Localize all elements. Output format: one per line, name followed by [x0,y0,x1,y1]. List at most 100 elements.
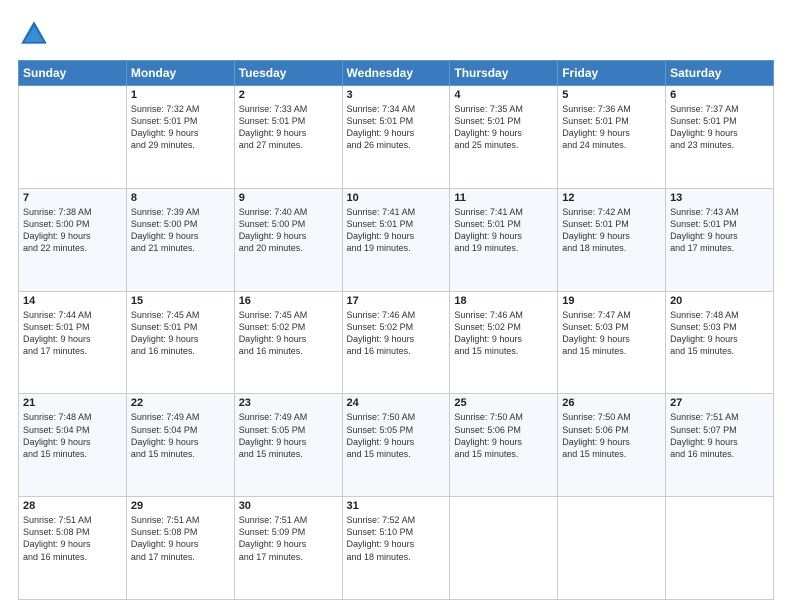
cell-info: Sunrise: 7:45 AM Sunset: 5:02 PM Dayligh… [239,309,338,358]
weekday-row: SundayMondayTuesdayWednesdayThursdayFrid… [19,61,774,86]
header [18,18,774,50]
calendar-cell [666,497,774,600]
cell-info: Sunrise: 7:33 AM Sunset: 5:01 PM Dayligh… [239,103,338,152]
weekday-header-saturday: Saturday [666,61,774,86]
cell-info: Sunrise: 7:50 AM Sunset: 5:06 PM Dayligh… [454,411,553,460]
cell-day-number: 30 [239,500,338,512]
cell-info: Sunrise: 7:46 AM Sunset: 5:02 PM Dayligh… [347,309,446,358]
week-row-1: 1Sunrise: 7:32 AM Sunset: 5:01 PM Daylig… [19,86,774,189]
cell-info: Sunrise: 7:43 AM Sunset: 5:01 PM Dayligh… [670,206,769,255]
calendar-cell: 28Sunrise: 7:51 AM Sunset: 5:08 PM Dayli… [19,497,127,600]
calendar-cell: 22 Sunrise: 7:49 AM Sunset: 5:04 PM Dayli… [126,394,234,497]
week-row-4: 21 Sunrise: 7:48 AM Sunset: 5:04 PM Dayli… [19,394,774,497]
cell-info: Sunrise: 7:44 AM Sunset: 5:01 PM Dayligh… [23,309,122,358]
calendar-cell: 25Sunrise: 7:50 AM Sunset: 5:06 PM Dayli… [450,394,558,497]
cell-info: Sunrise: 7:49 AM Sunset: 5:04 PM Dayligh… [131,411,230,460]
calendar-cell: 2 Sunrise: 7:33 AM Sunset: 5:01 PM Daylig… [234,86,342,189]
cell-day-number: 16 [239,295,338,307]
cell-info: Sunrise: 7:52 AM Sunset: 5:10 PM Dayligh… [347,514,446,563]
logo [18,18,54,50]
calendar-cell [558,497,666,600]
cell-info: Sunrise: 7:37 AM Sunset: 5:01 PM Dayligh… [670,103,769,152]
calendar-cell: 21 Sunrise: 7:48 AM Sunset: 5:04 PM Dayli… [19,394,127,497]
cell-info: Sunrise: 7:51 AM Sunset: 5:07 PM Dayligh… [670,411,769,460]
cell-info: Sunrise: 7:51 AM Sunset: 5:08 PM Dayligh… [131,514,230,563]
cell-day-number: 18 [454,295,553,307]
calendar-cell: 26 Sunrise: 7:50 AM Sunset: 5:06 PM Dayli… [558,394,666,497]
calendar-cell [19,86,127,189]
cell-day-number: 31 [347,500,446,512]
weekday-header-tuesday: Tuesday [234,61,342,86]
cell-info: Sunrise: 7:40 AM Sunset: 5:00 PM Dayligh… [239,206,338,255]
calendar-cell: 12Sunrise: 7:42 AM Sunset: 5:01 PM Dayli… [558,188,666,291]
week-row-3: 14 Sunrise: 7:44 AM Sunset: 5:01 PM Dayli… [19,291,774,394]
cell-day-number: 29 [131,500,230,512]
cell-day-number: 2 [239,89,338,101]
calendar-table: SundayMondayTuesdayWednesdayThursdayFrid… [18,60,774,600]
calendar-body: 1Sunrise: 7:32 AM Sunset: 5:01 PM Daylig… [19,86,774,600]
calendar-cell: 31 Sunrise: 7:52 AM Sunset: 5:10 PM Dayli… [342,497,450,600]
calendar-cell: 18Sunrise: 7:46 AM Sunset: 5:02 PM Dayli… [450,291,558,394]
calendar-cell: 7 Sunrise: 7:38 AM Sunset: 5:00 PM Daylig… [19,188,127,291]
calendar-cell: 6Sunrise: 7:37 AM Sunset: 5:01 PM Daylig… [666,86,774,189]
calendar-cell: 4 Sunrise: 7:35 AM Sunset: 5:01 PM Daylig… [450,86,558,189]
cell-day-number: 5 [562,89,661,101]
calendar-cell: 23Sunrise: 7:49 AM Sunset: 5:05 PM Dayli… [234,394,342,497]
cell-day-number: 8 [131,192,230,204]
cell-day-number: 17 [347,295,446,307]
logo-icon [18,18,50,50]
cell-info: Sunrise: 7:45 AM Sunset: 5:01 PM Dayligh… [131,309,230,358]
calendar-cell: 29 Sunrise: 7:51 AM Sunset: 5:08 PM Dayli… [126,497,234,600]
calendar-cell: 13 Sunrise: 7:43 AM Sunset: 5:01 PM Dayli… [666,188,774,291]
cell-day-number: 15 [131,295,230,307]
cell-info: Sunrise: 7:47 AM Sunset: 5:03 PM Dayligh… [562,309,661,358]
cell-day-number: 26 [562,397,661,409]
cell-info: Sunrise: 7:39 AM Sunset: 5:00 PM Dayligh… [131,206,230,255]
cell-day-number: 10 [347,192,446,204]
cell-info: Sunrise: 7:41 AM Sunset: 5:01 PM Dayligh… [454,206,553,255]
cell-info: Sunrise: 7:41 AM Sunset: 5:01 PM Dayligh… [347,206,446,255]
cell-info: Sunrise: 7:50 AM Sunset: 5:05 PM Dayligh… [347,411,446,460]
weekday-header-thursday: Thursday [450,61,558,86]
cell-info: Sunrise: 7:35 AM Sunset: 5:01 PM Dayligh… [454,103,553,152]
weekday-header-friday: Friday [558,61,666,86]
cell-info: Sunrise: 7:48 AM Sunset: 5:03 PM Dayligh… [670,309,769,358]
calendar-cell: 14 Sunrise: 7:44 AM Sunset: 5:01 PM Dayli… [19,291,127,394]
cell-info: Sunrise: 7:42 AM Sunset: 5:01 PM Dayligh… [562,206,661,255]
calendar-cell: 19 Sunrise: 7:47 AM Sunset: 5:03 PM Dayli… [558,291,666,394]
cell-day-number: 22 [131,397,230,409]
cell-info: Sunrise: 7:48 AM Sunset: 5:04 PM Dayligh… [23,411,122,460]
calendar-cell: 20 Sunrise: 7:48 AM Sunset: 5:03 PM Dayli… [666,291,774,394]
weekday-header-sunday: Sunday [19,61,127,86]
calendar-cell [450,497,558,600]
cell-day-number: 14 [23,295,122,307]
cell-info: Sunrise: 7:50 AM Sunset: 5:06 PM Dayligh… [562,411,661,460]
calendar-cell: 9Sunrise: 7:40 AM Sunset: 5:00 PM Daylig… [234,188,342,291]
cell-info: Sunrise: 7:38 AM Sunset: 5:00 PM Dayligh… [23,206,122,255]
cell-day-number: 19 [562,295,661,307]
calendar-cell: 1Sunrise: 7:32 AM Sunset: 5:01 PM Daylig… [126,86,234,189]
calendar-cell: 10 Sunrise: 7:41 AM Sunset: 5:01 PM Dayli… [342,188,450,291]
calendar-cell: 17 Sunrise: 7:46 AM Sunset: 5:02 PM Dayli… [342,291,450,394]
cell-day-number: 4 [454,89,553,101]
calendar-cell: 5Sunrise: 7:36 AM Sunset: 5:01 PM Daylig… [558,86,666,189]
calendar-cell: 11 Sunrise: 7:41 AM Sunset: 5:01 PM Dayli… [450,188,558,291]
cell-day-number: 20 [670,295,769,307]
calendar-cell: 24 Sunrise: 7:50 AM Sunset: 5:05 PM Dayli… [342,394,450,497]
cell-day-number: 7 [23,192,122,204]
cell-info: Sunrise: 7:51 AM Sunset: 5:08 PM Dayligh… [23,514,122,563]
cell-info: Sunrise: 7:49 AM Sunset: 5:05 PM Dayligh… [239,411,338,460]
cell-info: Sunrise: 7:34 AM Sunset: 5:01 PM Dayligh… [347,103,446,152]
cell-day-number: 21 [23,397,122,409]
cell-day-number: 3 [347,89,446,101]
cell-day-number: 11 [454,192,553,204]
page: SundayMondayTuesdayWednesdayThursdayFrid… [0,0,792,612]
cell-day-number: 24 [347,397,446,409]
weekday-header-wednesday: Wednesday [342,61,450,86]
cell-info: Sunrise: 7:32 AM Sunset: 5:01 PM Dayligh… [131,103,230,152]
week-row-5: 28Sunrise: 7:51 AM Sunset: 5:08 PM Dayli… [19,497,774,600]
calendar-cell: 30 Sunrise: 7:51 AM Sunset: 5:09 PM Dayli… [234,497,342,600]
cell-info: Sunrise: 7:51 AM Sunset: 5:09 PM Dayligh… [239,514,338,563]
week-row-2: 7 Sunrise: 7:38 AM Sunset: 5:00 PM Daylig… [19,188,774,291]
cell-day-number: 13 [670,192,769,204]
